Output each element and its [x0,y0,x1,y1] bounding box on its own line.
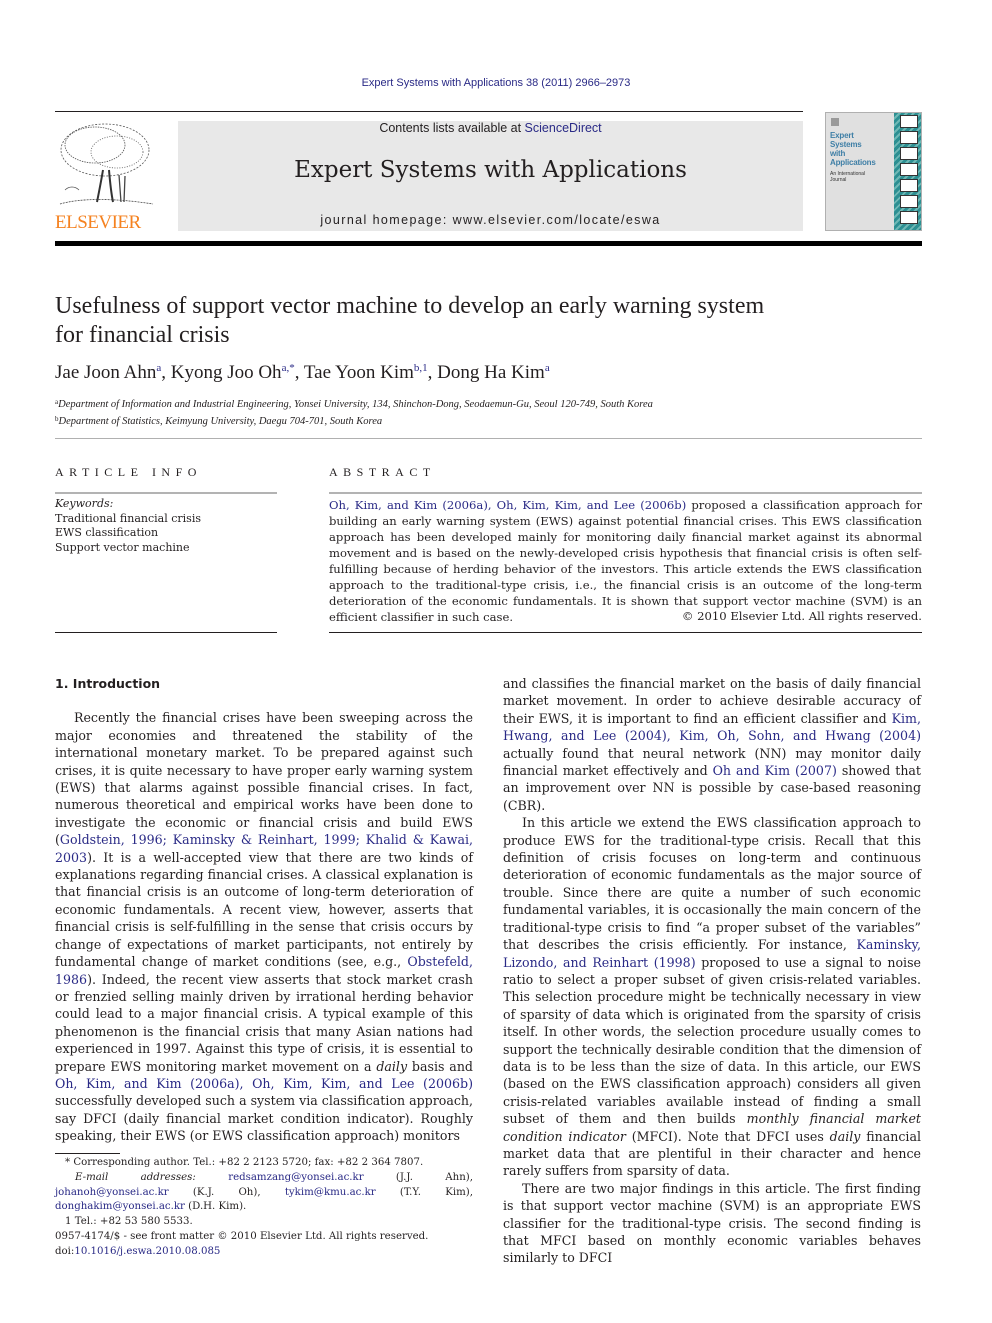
author-name: Jae Joon Ahn [55,362,157,383]
journal-cover-thumbnail[interactable]: Expert Systems with Applications An Inte… [825,112,922,231]
citation-link[interactable]: Oh and Kim (2007) [713,763,837,778]
sciencedirect-link[interactable]: ScienceDirect [525,121,602,135]
cover-scales-icon [900,163,918,176]
cover-logo-icon [831,118,839,126]
doi-line: doi:10.1016/j.eswa.2010.08.085 [55,1245,221,1257]
email-link[interactable]: tykim@kmu.ac.kr [285,1187,376,1198]
keyword: Traditional financial crisis [55,511,201,525]
author-list: Jae Joon Ahna, Kyong Joo Oha,*, Tae Yoon… [55,362,550,383]
email-note: E-mail addresses: redsamzang@yonsei.ac.k… [55,1171,473,1213]
footnotes: * Corresponding author. Tel.: +82 2 2123… [55,1156,473,1230]
cover-pattern-strip [894,113,921,230]
email-link[interactable]: donghakim@yonsei.ac.kr [55,1201,185,1212]
cover-hand-icon [900,195,918,208]
affiliation-rule [55,438,922,439]
citation-link[interactable]: Oh, Kim, and Kim (2006a), Oh, Kim, Kim, … [55,1076,473,1091]
keywords-label: Keywords: [55,497,114,510]
cover-steering-wheel-icon [900,115,918,128]
keywords-block: Keywords: Traditional financial crisis E… [55,497,280,555]
cover-caduceus-icon [900,211,918,224]
abstract-bottom-rule [329,632,922,633]
section-heading-introduction: 1. Introduction [55,676,161,691]
paragraph: Recently the financial crises have been … [55,710,473,1144]
cover-bar-chart-icon [900,147,918,160]
elsevier-wordmark: ELSEVIER [55,212,141,233]
affiliation-a: aDepartment of Information and Industria… [55,398,653,410]
abstract-rule [329,492,922,494]
article-title: Usefulness of support vector machine to … [55,293,765,348]
cover-subtitle: An International Journal [830,171,866,183]
elsevier-tree-icon [59,123,154,205]
top-rule [55,111,803,112]
email-link[interactable]: redsamzang@yonsei.ac.kr [228,1172,363,1183]
article-info-bottom-rule [55,632,277,633]
elsevier-logo[interactable]: ELSEVIER [55,120,173,233]
paragraph: In this article we extend the EWS classi… [503,815,921,1179]
body-column-left: 1. Introduction Recently the financial c… [55,675,473,1145]
doi-link[interactable]: 10.1016/j.eswa.2010.08.085 [74,1246,220,1257]
corresponding-author-note: * Corresponding author. Tel.: +82 2 2123… [65,1157,424,1168]
contents-line: Contents lists available at ScienceDirec… [379,121,602,135]
cover-microscope-icon [900,179,918,192]
cover-title: Expert Systems with Applications [830,131,876,167]
header-thick-rule [55,241,922,246]
abstract-heading: ABSTRACT [329,465,436,479]
keyword: Support vector machine [55,540,190,554]
citation-link[interactable]: Oh, Kim, and Kim (2006a), Oh, Kim, Kim, … [329,498,686,512]
author-name: Dong Ha Kim [437,362,545,383]
journal-name: Expert Systems with Applications [294,157,687,183]
cover-globe-icon [900,131,918,144]
keyword: EWS classification [55,526,159,539]
author-affil-link[interactable]: a [545,362,550,374]
paragraph: There are two major findings in this art… [503,1180,921,1266]
journal-masthead: Contents lists available at ScienceDirec… [178,121,803,231]
abstract-text: Oh, Kim, and Kim (2006a), Oh, Kim, Kim, … [329,498,922,624]
body-column-right: and classifies the financial market on t… [503,675,921,1267]
affiliations: aDepartment of Information and Industria… [55,395,653,429]
front-matter: 0957-4174/$ - see front matter © 2010 El… [55,1230,475,1260]
affiliation-b: bDepartment of Statistics, Keimyung Univ… [55,415,383,427]
journal-homepage-link[interactable]: journal homepage: www.elsevier.com/locat… [178,213,803,227]
author-name: Tae Yoon Kim [303,362,414,383]
running-head: Expert Systems with Applications 38 (201… [0,77,992,89]
paragraph: and classifies the financial market on t… [503,676,921,813]
email-link[interactable]: johanoh@yonsei.ac.kr [55,1187,169,1198]
footnote-1: 1 Tel.: +82 53 580 5533. [65,1216,193,1228]
abstract-copyright: © 2010 Elsevier Ltd. All rights reserved… [681,609,922,623]
article-info-heading: ARTICLE INFO [55,465,202,479]
journal-citation-link[interactable]: Expert Systems with Applications 38 (201… [362,77,631,89]
issn-line: 0957-4174/$ - see front matter © 2010 El… [55,1231,429,1242]
article-info-rule [55,492,277,494]
footnote-rule [55,1153,120,1154]
author-affil-link[interactable]: a,* [282,362,295,374]
author-name: Kyong Joo Oh [170,362,282,383]
author-affil-link[interactable]: b,1 [414,362,428,374]
